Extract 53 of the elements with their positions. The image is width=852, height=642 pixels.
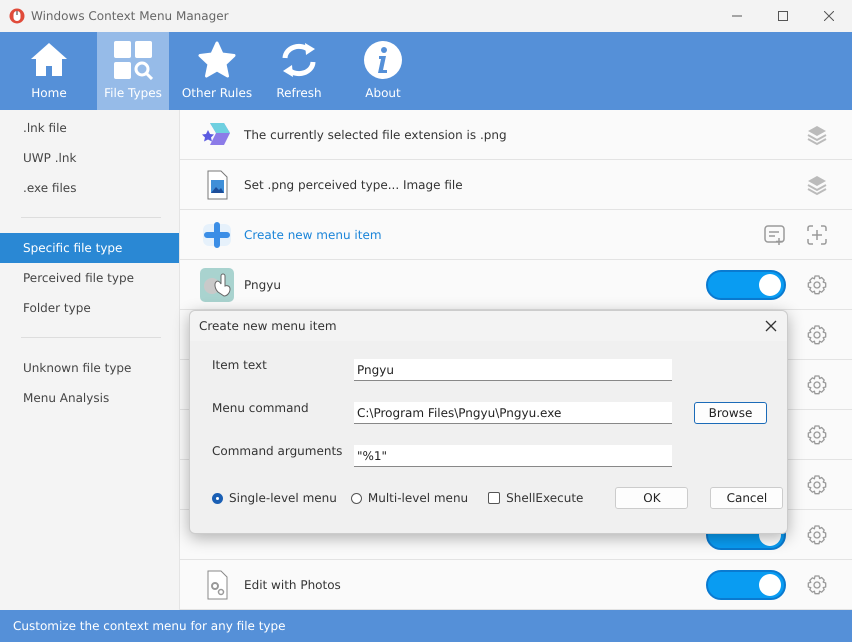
sidebar-item[interactable]: Perceived file type xyxy=(0,263,179,293)
settings-icon[interactable] xyxy=(806,324,828,346)
layers-icon[interactable] xyxy=(806,174,828,196)
grid-search-icon xyxy=(113,40,153,80)
window-title: Windows Context Menu Manager xyxy=(31,9,229,23)
maximize-icon[interactable] xyxy=(778,11,788,21)
settings-icon[interactable] xyxy=(806,424,828,446)
app-icon xyxy=(200,268,234,302)
close-icon[interactable] xyxy=(824,11,834,21)
field-label: Item text xyxy=(212,358,268,372)
create-link[interactable]: Create new menu item xyxy=(244,228,382,242)
settings-icon[interactable] xyxy=(806,574,828,596)
checkbox[interactable] xyxy=(488,492,500,504)
sidebar-item[interactable]: .exe files xyxy=(0,173,179,203)
option-label: Single-level menu xyxy=(229,491,337,505)
input-field[interactable]: Pngyu xyxy=(354,359,672,381)
settings-icon[interactable] xyxy=(806,274,828,296)
row-label: Set .png perceived type... Image file xyxy=(244,178,463,192)
field-label: Menu command xyxy=(212,401,310,415)
sidebar-item[interactable]: .lnk file xyxy=(0,113,179,143)
row-label: The currently selected file extension is .png xyxy=(244,128,507,142)
app-icon xyxy=(9,8,25,24)
note-add-icon[interactable] xyxy=(764,224,786,246)
settings-icon[interactable] xyxy=(806,374,828,396)
radio-button[interactable] xyxy=(350,492,362,504)
option-label: ShellExecute xyxy=(506,491,584,505)
close-icon[interactable] xyxy=(765,320,777,332)
dialog-title: Create new menu item xyxy=(199,319,337,333)
toggle-switch[interactable] xyxy=(706,570,786,600)
layers-icon[interactable] xyxy=(806,124,828,146)
settings-icon[interactable] xyxy=(806,474,828,496)
sidebar-item[interactable]: Menu Analysis xyxy=(0,383,179,413)
info-icon xyxy=(363,40,403,80)
input-field[interactable]: "%1" xyxy=(354,445,672,467)
add-icon[interactable] xyxy=(806,224,828,246)
row-label: Edit with Photos xyxy=(244,578,341,592)
input-field[interactable]: C:\Program Files\Pngyu\Pngyu.exe xyxy=(354,402,672,424)
option-label: Multi-level menu xyxy=(368,491,468,505)
dialog-button[interactable]: Cancel xyxy=(710,487,784,509)
sidebar-item[interactable]: UWP .lnk xyxy=(0,143,179,173)
settings-icon[interactable] xyxy=(806,524,828,546)
star-icon xyxy=(197,40,237,80)
radio-button[interactable] xyxy=(212,492,223,504)
row-label: Pngyu xyxy=(244,278,281,292)
dialog-button[interactable]: OK xyxy=(615,487,688,509)
field-label: Command arguments xyxy=(212,444,344,458)
plus-icon xyxy=(200,220,234,250)
browse-button[interactable]: Browse xyxy=(694,402,767,424)
sidebar-item[interactable]: Unknown file type xyxy=(0,353,179,383)
sidebar-item[interactable]: Specific file type xyxy=(0,233,179,263)
status-bar: Customize the context menu for any file type xyxy=(0,610,852,642)
sidebar-item[interactable]: Folder type xyxy=(0,293,179,323)
toggle-switch[interactable] xyxy=(706,270,786,300)
